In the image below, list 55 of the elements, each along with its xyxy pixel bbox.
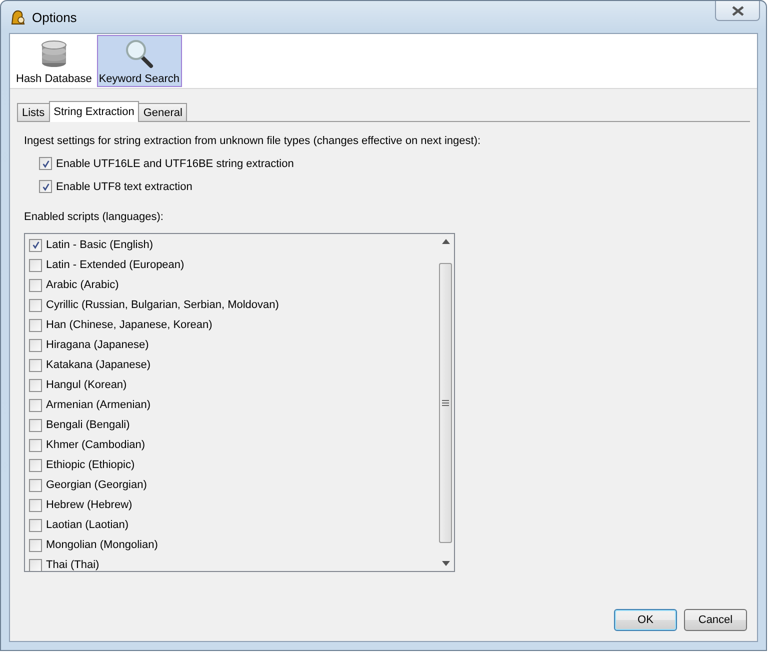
checkbox[interactable] [29,418,42,432]
script-label: Ethiopic (Ethiopic) [46,459,135,471]
toolbar-button[interactable]: Hash Database [14,35,94,87]
checkbox[interactable] [29,338,42,352]
script-label: Armenian (Armenian) [46,399,151,411]
magnifier-icon [123,38,156,70]
checkbox[interactable] [29,558,42,571]
grip-icon [442,400,449,406]
script-label: Arabic (Arabic) [46,279,119,291]
tab[interactable]: String Extraction [48,101,140,122]
tab[interactable]: Lists [17,103,50,121]
checkbox[interactable] [39,157,52,170]
checkbox[interactable] [29,298,42,312]
close-icon [732,6,744,16]
checkbox-label: Enable UTF8 text extraction [56,180,192,192]
script-label: Thai (Thai) [46,559,100,571]
app-icon [10,9,26,25]
close-button[interactable] [715,1,760,21]
script-label: Latin - Extended (European) [46,259,184,271]
checkbox[interactable] [29,258,42,272]
script-label: Katakana (Japanese) [46,359,151,371]
checkbox[interactable] [29,398,42,412]
ingest-heading: Ingest settings for string extraction from unknown file types (changes effective on next ingest): [24,134,482,148]
checkbox[interactable] [29,238,42,252]
window-title: Options [32,10,78,24]
tab[interactable]: General [138,103,188,121]
dialog-button[interactable]: OK [614,609,677,631]
checkbox[interactable] [29,478,42,492]
script-label: Cyrillic (Russian, Bulgarian, Serbian, Moldovan) [46,299,279,311]
dialog-button[interactable]: Cancel [684,609,747,631]
script-label: Bengali (Bengali) [46,419,130,431]
scroll-up-icon[interactable] [442,239,450,244]
script-label: Hebrew (Hebrew) [46,499,132,511]
scripts-heading: Enabled scripts (languages): [24,210,164,224]
checkbox[interactable] [29,378,42,392]
script-label: Hangul (Korean) [46,379,127,391]
checkbox[interactable] [29,458,42,472]
checkbox[interactable] [39,180,52,193]
toolbar-button[interactable]: Keyword Search [96,35,182,87]
checkbox[interactable] [29,538,42,552]
checkbox[interactable] [29,498,42,512]
checkbox[interactable] [29,438,42,452]
script-label: Latin - Basic (English) [46,239,153,251]
script-label: Laotian (Laotian) [46,519,129,531]
script-label: Mongolian (Mongolian) [46,539,158,551]
script-label: Han (Chinese, Japanese, Korean) [46,319,212,331]
checkbox[interactable] [29,358,42,372]
script-label: Georgian (Georgian) [46,479,147,491]
scroll-down-icon[interactable] [442,561,450,566]
checkbox-label: Enable UTF16LE and UTF16BE string extraction [56,158,294,170]
script-label: Hiragana (Japanese) [46,339,149,351]
script-label: Khmer (Cambodian) [46,439,146,451]
checkbox[interactable] [29,318,42,332]
checkbox[interactable] [29,518,42,532]
checkbox[interactable] [29,278,42,292]
